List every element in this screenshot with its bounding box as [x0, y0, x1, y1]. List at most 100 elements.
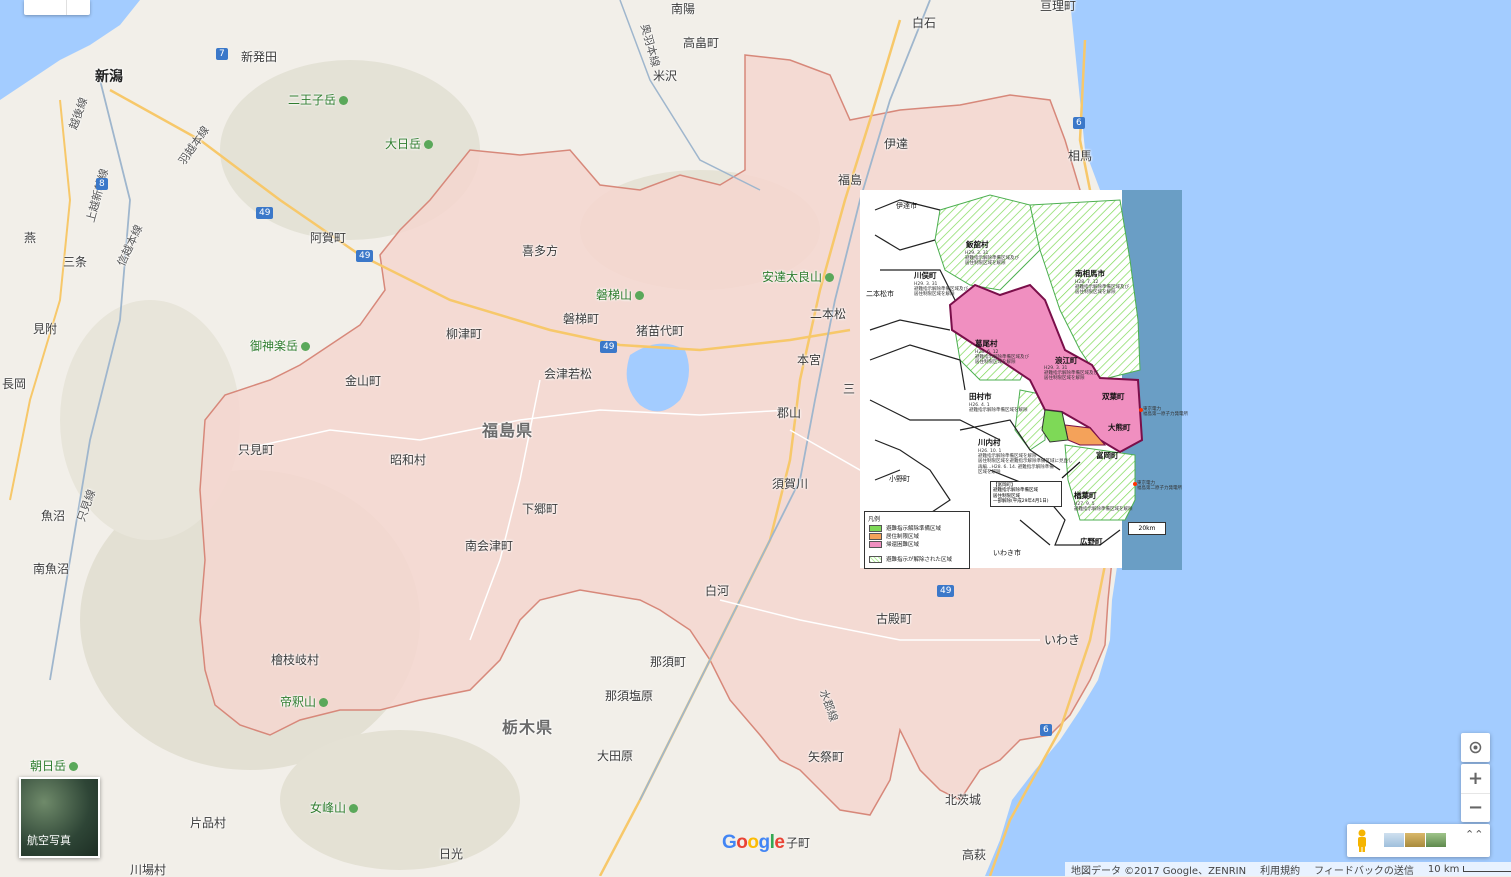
map-thumb[interactable]: [1426, 833, 1446, 847]
place-label-yamatsuri[interactable]: 矢祭町: [808, 751, 844, 763]
place-label-san[interactable]: 三: [843, 383, 855, 395]
my-location-button[interactable]: [1461, 733, 1490, 762]
place-label-kawaba[interactable]: 川場村: [130, 864, 166, 876]
legend-swatch: [869, 540, 882, 548]
place-label-fukushimaken[interactable]: 福島県: [482, 423, 533, 439]
overlay-note-n_kawamata: H29. 3. 31 避難指示解除準備区域及び 居住制限区域を解除: [914, 282, 968, 298]
place-label-minamiuonuma[interactable]: 南魚沼: [33, 563, 69, 575]
road-shield-r6a: 6: [1073, 117, 1085, 129]
legend-label: 避難指示解除準備区域: [886, 526, 942, 532]
terrain-thumb[interactable]: [1384, 833, 1404, 847]
place-label-inawashiro[interactable]: 猪苗代町: [636, 325, 684, 337]
place-label-shirakawa[interactable]: 白河: [705, 585, 729, 597]
place-label-sukagawa[interactable]: 須賀川: [772, 478, 808, 490]
scale-label: 10 km: [1427, 863, 1460, 875]
place-label-minamiaizu[interactable]: 南会津町: [465, 540, 513, 552]
legend-row-lg_prep: 避難指示解除準備区域: [869, 524, 941, 532]
place-label-mitsuke[interactable]: 見附: [33, 323, 57, 335]
place-label-watari[interactable]: 亘理町: [1040, 0, 1076, 12]
place-label-tadami[interactable]: 只見町: [238, 444, 274, 456]
place-label-nioji[interactable]: 二王子岳: [288, 94, 348, 106]
place-label-nasushiobara[interactable]: 那須塩原: [605, 690, 653, 702]
satellite-thumb[interactable]: [1405, 833, 1425, 847]
place-label-koriyama[interactable]: 郡山: [777, 407, 801, 419]
place-label-kitakata[interactable]: 喜多方: [522, 245, 558, 257]
place-label-nyoho[interactable]: 女峰山: [310, 802, 358, 814]
place-label-showa[interactable]: 昭和村: [390, 454, 426, 466]
place-label-soma[interactable]: 相馬: [1068, 150, 1092, 162]
zoom-out-button[interactable]: −: [1461, 794, 1490, 822]
layers-bar: ⌃⌃: [1347, 824, 1490, 857]
place-label-hinoemata[interactable]: 檜枝岐村: [271, 654, 319, 666]
aerial-photo-label: 航空写真: [27, 834, 71, 847]
legend-label: 帰還困難区域: [886, 542, 920, 548]
place-label-otawara[interactable]: 大田原: [597, 750, 633, 762]
place-label-teishaku[interactable]: 帝釈山: [280, 696, 328, 708]
place-label-takahata[interactable]: 高畠町: [683, 37, 719, 49]
place-label-iwaki[interactable]: いわき: [1044, 634, 1080, 646]
place-label-yanaizu[interactable]: 柳津町: [446, 328, 482, 340]
place-label-hachi[interactable]: 子町: [786, 837, 810, 849]
google-logo-letter: G: [722, 832, 737, 853]
place-label-niigata[interactable]: 新潟: [95, 70, 123, 84]
aerial-photo-toggle[interactable]: 航空写真: [19, 777, 100, 858]
place-label-shimogo[interactable]: 下郷町: [522, 503, 558, 515]
legend-swatch: [869, 532, 882, 540]
place-label-dainichi[interactable]: 大日岳: [385, 138, 433, 150]
place-label-yonezawa[interactable]: 米沢: [653, 70, 677, 82]
place-label-nasu[interactable]: 那須町: [650, 656, 686, 668]
overlay-municipality-nihonmatsu_shi: 二本松市: [866, 290, 894, 298]
zoom-in-button[interactable]: +: [1461, 764, 1490, 794]
overlay-municipality-iwaki_shi: いわき市: [993, 549, 1021, 557]
map-canvas[interactable]: [0, 0, 1511, 876]
place-label-gozenyama[interactable]: 御神楽岳: [250, 340, 310, 352]
overlay-note-n_tamura: H26. 4. 1 避難指示解除準備区域を解除: [969, 403, 1028, 414]
tomioka-note: 【富岡町】 避難指示解除準備区域 居住制限区域 一部解除(平成29年4月1日): [990, 481, 1062, 507]
place-label-nihonmatsu[interactable]: 二本松: [810, 308, 846, 320]
overlay-note-n_plant2: 東京電力 福島第二原子力発電所: [1137, 481, 1182, 492]
place-label-uonuma[interactable]: 魚沼: [41, 510, 65, 522]
place-label-tsubame[interactable]: 燕: [24, 232, 36, 244]
pegman-icon[interactable]: [1355, 829, 1369, 852]
expand-layers-button[interactable]: ⌃⌃: [1465, 829, 1483, 840]
place-label-furudono[interactable]: 古殿町: [876, 613, 912, 625]
overlay-municipality-naraha: 楢葉町: [1074, 491, 1097, 500]
place-label-nanyo[interactable]: 南陽: [671, 3, 695, 15]
place-label-katashina[interactable]: 片品村: [190, 817, 226, 829]
place-label-kaneyama[interactable]: 金山町: [345, 375, 381, 387]
place-label-motomiya[interactable]: 本宮: [797, 354, 821, 366]
overlay-municipality-tomioka: 富岡町: [1096, 451, 1119, 460]
overlay-municipality-hirono: 広野町: [1080, 537, 1103, 546]
place-label-fukushima[interactable]: 福島: [838, 174, 862, 186]
overlay-note-n_kawauchi: H26. 10. 1 避難指示解除準備区域を解除 居住制限区域を避難指示解除準備…: [978, 449, 1073, 475]
place-label-tochigiken[interactable]: 栃木県: [502, 720, 553, 736]
road-shield-r49d: 49: [937, 585, 955, 597]
terms-link[interactable]: 利用規約: [1260, 862, 1300, 877]
place-label-nagaoka[interactable]: 長岡: [2, 378, 26, 390]
legend-row-lg_resid: 居住制限区域: [869, 532, 919, 540]
place-label-kitaibaraki[interactable]: 北茨城: [945, 794, 981, 806]
place-label-bandai[interactable]: 磐梯山: [596, 289, 644, 301]
place-label-asahidake[interactable]: 朝日岳: [30, 760, 78, 772]
overlay-note-n_iitate: H29. 3. 31 避難指示解除準備区域及び 居住制限区域を解除: [965, 251, 1019, 267]
place-label-shiroishi[interactable]: 白石: [912, 17, 936, 29]
place-label-nikko[interactable]: 日光: [439, 848, 463, 860]
road-shield-r8: 8: [96, 178, 108, 190]
place-label-date[interactable]: 伊達: [884, 138, 908, 150]
legend-row-lg_return: 帰還困難区域: [869, 540, 919, 548]
legend-label: 避難指示が解除された区域: [886, 557, 953, 563]
place-label-bandaimachi[interactable]: 磐梯町: [563, 313, 599, 325]
place-label-aga[interactable]: 阿賀町: [310, 232, 346, 244]
legend-row-lg_lifted: 避難指示が解除された区域: [869, 555, 952, 563]
overlay-scale: 20km: [1128, 522, 1166, 535]
place-label-takahagi[interactable]: 高萩: [962, 849, 986, 861]
place-label-adatara[interactable]: 安達太良山: [762, 271, 834, 283]
place-label-sanjo[interactable]: 三条: [63, 256, 87, 268]
top-left-control[interactable]: [24, 0, 90, 15]
attribution-bar: 地図データ ©2017 Google、ZENRIN 利用規約 フィードバックの送…: [1065, 862, 1511, 877]
legend-title: 凡例: [868, 516, 881, 523]
place-label-shibata[interactable]: 新発田: [241, 51, 277, 63]
expressway: [9, 99, 72, 501]
place-label-aizuwakamatsu[interactable]: 会津若松: [544, 368, 592, 380]
feedback-link[interactable]: フィードバックの送信: [1314, 862, 1414, 877]
